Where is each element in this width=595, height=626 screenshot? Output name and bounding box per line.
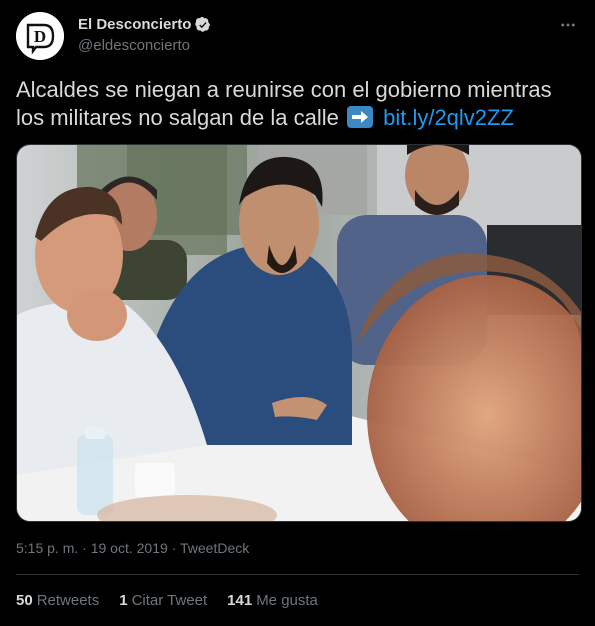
tweet-photo[interactable]: [16, 144, 582, 522]
right-arrow-emoji: [346, 106, 373, 128]
avatar-letter: D: [34, 27, 46, 46]
likes-label: Me gusta: [256, 592, 318, 609]
divider: [16, 574, 579, 575]
tweet-text-line-1: Alcaldes se niegan a reunirse con el gob…: [16, 77, 552, 102]
el-desconcierto-logo: D: [16, 12, 64, 60]
tweet-time: 5:15 p. m.: [16, 540, 79, 556]
retweets-label: Retweets: [36, 592, 100, 609]
meeting-photo: [17, 145, 581, 521]
verified-badge-icon: [195, 16, 211, 32]
more-options-icon: [561, 23, 575, 27]
tweet-text-line-2-text: los militares no salgan de la calle: [16, 105, 339, 130]
user-handle[interactable]: @eldesconcierto: [78, 37, 190, 54]
tweet-time-link[interactable]: 5:15 p. m. · 19 oct. 2019: [16, 540, 168, 556]
tweet-date: 19 oct. 2019: [90, 540, 168, 556]
meta-separator: ·: [167, 540, 180, 556]
likes-stat[interactable]: 141 Me gusta: [227, 592, 318, 609]
avatar[interactable]: D: [16, 12, 64, 60]
name-row: El Desconcierto: [78, 16, 211, 33]
tweet-link[interactable]: bit.ly/2qlv2ZZ: [383, 105, 514, 130]
quote-tweets-stat[interactable]: 1 Citar Tweet: [119, 592, 207, 609]
tweet-text-line-2: los militares no salgan de la calle bit.…: [16, 104, 579, 132]
retweets-count: 50: [16, 592, 33, 609]
quote-tweets-count: 1: [119, 592, 128, 609]
engagement-stats: 50 Retweets 1 Citar Tweet 141 Me gusta: [16, 592, 338, 609]
tweet-header: D El Desconcierto @eldesconcierto: [16, 12, 579, 62]
quote-tweets-label: Citar Tweet: [131, 592, 208, 609]
tweet-meta: 5:15 p. m. · 19 oct. 2019 · TweetDeck: [16, 540, 249, 556]
likes-count: 141: [227, 592, 253, 609]
tweet-text: Alcaldes se niegan a reunirse con el gob…: [16, 76, 579, 132]
retweets-stat[interactable]: 50 Retweets: [16, 592, 99, 609]
meta-separator: ·: [78, 540, 91, 556]
more-options-button[interactable]: [557, 14, 579, 36]
tweet-source-link[interactable]: TweetDeck: [180, 540, 249, 556]
display-name[interactable]: El Desconcierto: [78, 16, 191, 33]
